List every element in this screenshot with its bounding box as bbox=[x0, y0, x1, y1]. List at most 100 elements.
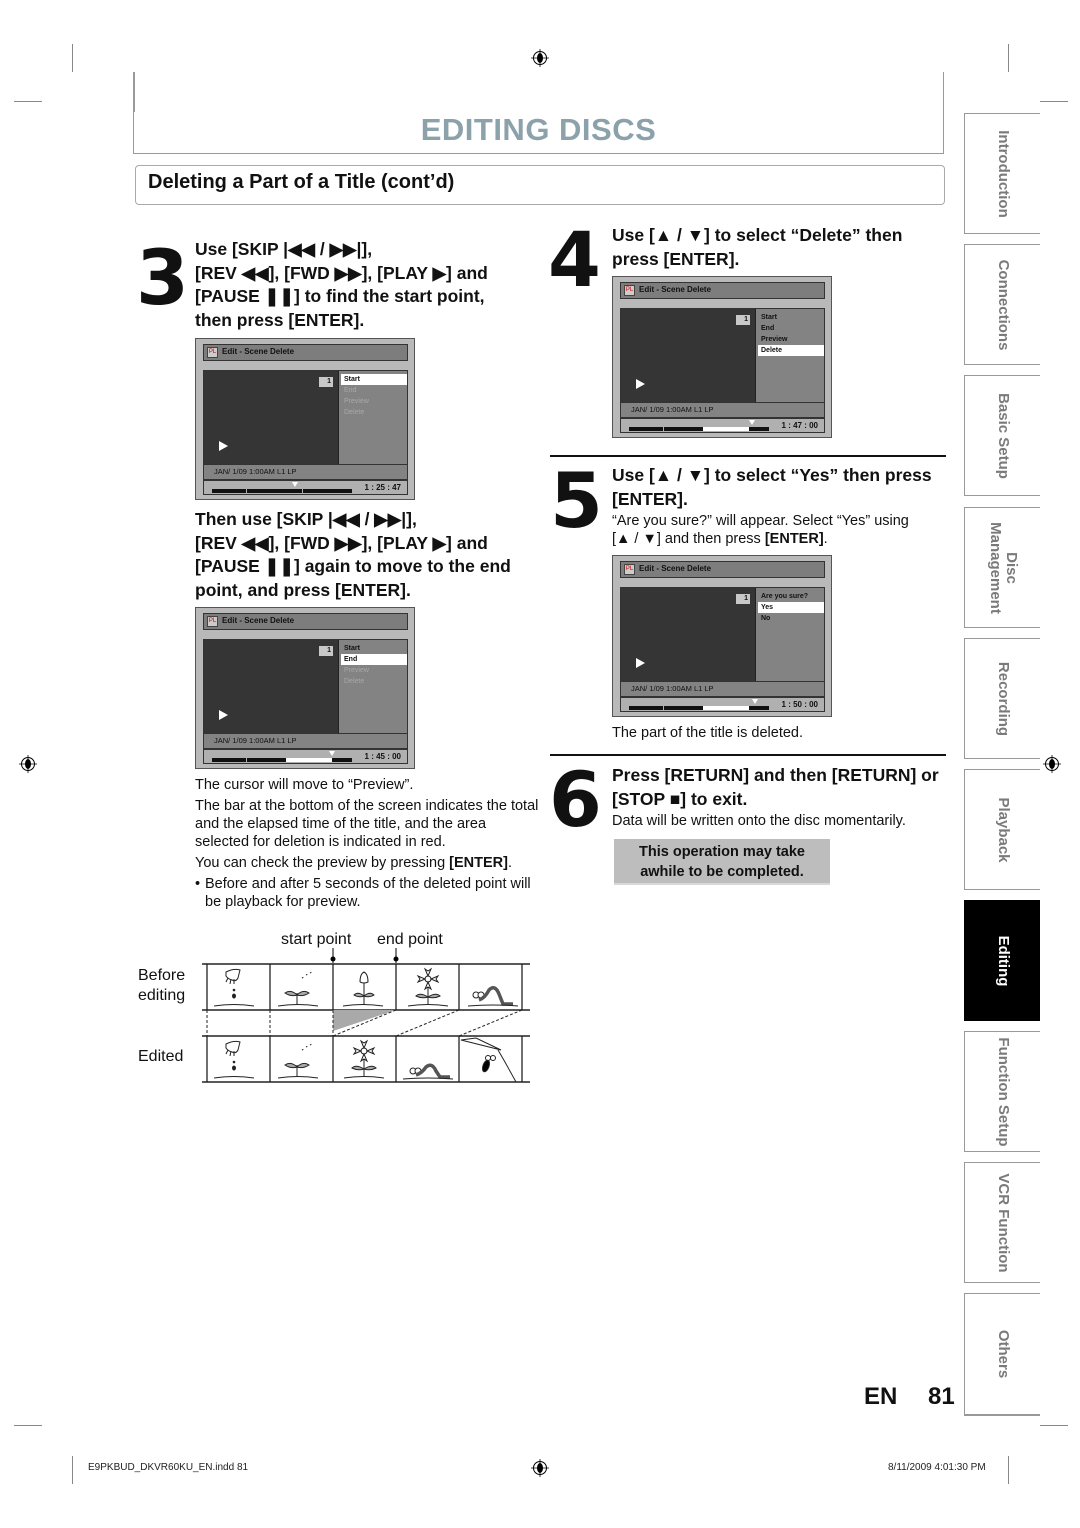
side-tab-others[interactable]: Others bbox=[964, 1293, 1040, 1415]
osd-menu-item: Yes bbox=[758, 602, 824, 613]
side-tab-disc-management[interactable]: Disc Management bbox=[964, 507, 1040, 628]
side-tab-label: Others bbox=[994, 1329, 1012, 1379]
side-tab-connections[interactable]: Connections bbox=[964, 244, 1040, 365]
heading-line: Use [▲ / ▼] to select “Delete” then bbox=[612, 225, 903, 245]
side-tab-function-setup[interactable]: Function Setup bbox=[964, 1031, 1040, 1152]
body-text-part: . bbox=[823, 531, 828, 547]
time-bar-segment bbox=[247, 489, 302, 493]
osd-menu: Start End Preview Delete bbox=[341, 374, 407, 418]
editing-diagram bbox=[202, 948, 530, 1083]
crop-mark bbox=[1040, 1425, 1068, 1426]
osd-menu-item: End bbox=[761, 325, 775, 332]
bullet-icon: • bbox=[195, 876, 201, 892]
bird-icon bbox=[460, 1037, 517, 1083]
note-line: This operation may take bbox=[639, 844, 805, 860]
caterpillar-icon bbox=[467, 986, 519, 1007]
time-bar-segment bbox=[303, 489, 352, 493]
disc-edit-icon: PL bbox=[207, 616, 218, 627]
video-preview: 1 bbox=[621, 309, 756, 402]
step3-heading: Use [SKIP |◀◀ / ▶▶|], [REV ◀◀], [FWD ▶▶]… bbox=[195, 238, 535, 332]
footer-file: E9PKBUD_DKVR60KU_EN.indd 81 bbox=[88, 1462, 249, 1473]
side-tab-label: Basic Setup bbox=[994, 392, 1012, 479]
disc-edit-icon: PL bbox=[207, 347, 218, 358]
osd-menu-item: Are you sure? bbox=[761, 593, 809, 600]
heading-line: Then use [SKIP |◀◀ / ▶▶|], bbox=[195, 509, 417, 529]
heading-line: [ENTER]. bbox=[612, 488, 688, 509]
deletion-range bbox=[286, 758, 333, 762]
video-preview: 1 bbox=[204, 640, 339, 733]
side-tab-recording[interactable]: Recording bbox=[964, 638, 1040, 759]
start-point-label: start point bbox=[281, 931, 352, 948]
side-tab-vcr-function[interactable]: VCR Function bbox=[964, 1162, 1040, 1283]
position-marker-icon bbox=[752, 699, 758, 704]
osd-titlebar: PL Edit - Scene Delete bbox=[620, 561, 825, 578]
video-preview: 1 bbox=[621, 588, 756, 681]
body-line: [▲ / ▼] and then press [ENTER]. bbox=[612, 530, 957, 548]
heading-line: then press [ENTER]. bbox=[195, 309, 365, 330]
disc-edit-icon: PL bbox=[624, 564, 635, 575]
step5-body: “Are you sure?” will appear. Select “Yes… bbox=[612, 512, 957, 548]
osd-menu-item: Start bbox=[341, 374, 407, 385]
heading-line: [REV ◀◀], [FWD ▶▶], [PLAY ▶] and bbox=[195, 532, 488, 553]
title-number-chip: 1 bbox=[319, 377, 333, 387]
crop-mark bbox=[14, 101, 42, 102]
tab-bottom-rule bbox=[964, 1415, 1040, 1416]
hand-seed-icon bbox=[213, 968, 255, 1007]
caterpillar-icon bbox=[402, 1063, 454, 1080]
side-tab-label: Recording bbox=[994, 661, 1012, 736]
osd-titlebar: PL Edit - Scene Delete bbox=[620, 282, 825, 299]
osd-info: JAN/ 1/09 1:00AM L1 LP bbox=[203, 465, 408, 480]
bullet-text: Before and after 5 seconds of the delete… bbox=[205, 876, 531, 910]
heading-line: Use [SKIP |◀◀ / ▶▶|], bbox=[195, 239, 373, 259]
registration-mark-icon bbox=[531, 49, 549, 67]
time-bar-segment bbox=[629, 427, 663, 431]
position-marker-icon bbox=[329, 751, 336, 756]
osd-screen: PL Edit - Scene Delete 1 Start End Preview Del… bbox=[195, 338, 415, 500]
play-icon bbox=[636, 658, 645, 668]
heading-line: point, and press [ENTER]. bbox=[195, 579, 411, 600]
step-number: 3 bbox=[136, 233, 189, 322]
osd-titlebar: PL Edit - Scene Delete bbox=[203, 344, 408, 361]
side-tab-introduction[interactable]: Introduction bbox=[964, 113, 1040, 234]
osd-menu-item: Delete bbox=[758, 345, 824, 356]
osd-menu-item: Preview bbox=[761, 336, 788, 343]
key-label: [ENTER] bbox=[764, 531, 824, 547]
osd-screen: PL Edit - Scene Delete 1 Start End Preview Del… bbox=[612, 276, 832, 438]
time-bar-segment bbox=[629, 706, 663, 710]
osd-menu-item: End bbox=[341, 654, 407, 665]
heading-line: Press [RETURN] and then [RETURN] or bbox=[612, 765, 939, 785]
video-preview: 1 bbox=[204, 371, 339, 464]
elapsed-time: 1 : 45 : 00 bbox=[364, 752, 401, 761]
side-tab-label: Editing bbox=[994, 935, 1012, 986]
side-tab-basic-setup[interactable]: Basic Setup bbox=[964, 375, 1040, 496]
side-tab-label-line: Disc bbox=[1002, 551, 1020, 584]
side-tab-playback[interactable]: Playback bbox=[964, 769, 1040, 890]
step4-heading: Use [▲ / ▼] to select “Delete” then pres… bbox=[612, 224, 952, 271]
side-tab-label-line: Management bbox=[986, 521, 1004, 614]
title-number-chip: 1 bbox=[319, 646, 333, 656]
osd-timebar: 1 : 50 : 00 bbox=[620, 697, 825, 712]
crop-mark bbox=[1040, 101, 1068, 102]
osd-title: Edit - Scene Delete bbox=[639, 285, 712, 294]
osd-main: 1 Start End Preview Delete bbox=[203, 639, 408, 734]
play-icon bbox=[219, 441, 228, 451]
elapsed-time: 1 : 47 : 00 bbox=[781, 421, 818, 430]
side-tab-editing[interactable]: Editing bbox=[964, 900, 1040, 1021]
osd-menu-item: End bbox=[344, 387, 357, 394]
flower-icon bbox=[407, 967, 449, 1007]
osd-main: 1 Start End Preview Delete bbox=[203, 370, 408, 465]
step-number: 6 bbox=[549, 755, 602, 844]
osd-timebar: 1 : 45 : 00 bbox=[203, 749, 408, 764]
play-icon bbox=[219, 710, 228, 720]
end-point-label: end point bbox=[377, 931, 443, 948]
note-text: The bar at the bottom of the screen indi… bbox=[195, 798, 539, 850]
osd-menu-item: Delete bbox=[344, 409, 365, 416]
position-marker-icon bbox=[749, 420, 756, 425]
deleted-area bbox=[333, 1010, 396, 1031]
heading-line: press [ENTER]. bbox=[612, 248, 740, 269]
page-language: EN bbox=[864, 1383, 898, 1410]
position-marker-icon bbox=[291, 482, 298, 487]
sprout-icon bbox=[277, 1043, 319, 1079]
crop-mark bbox=[14, 1425, 42, 1426]
osd-menu: Start End Preview Delete bbox=[341, 643, 407, 687]
